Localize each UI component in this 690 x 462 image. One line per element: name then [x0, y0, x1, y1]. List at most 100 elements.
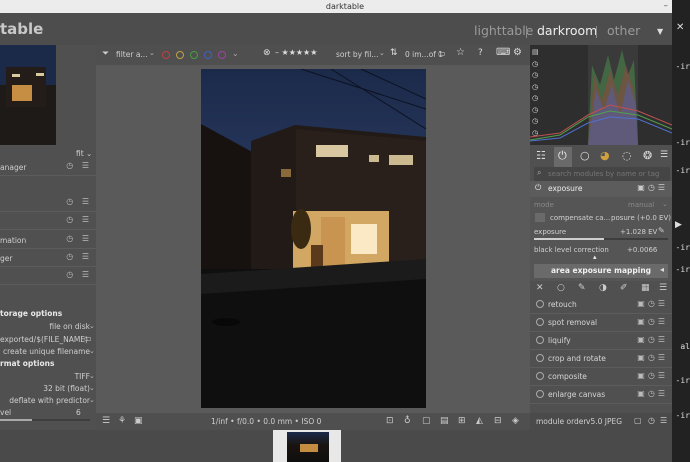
blend-menu-icon[interactable]: ☰: [659, 283, 667, 293]
help-icon[interactable]: ?: [478, 48, 483, 58]
color-picker-icon[interactable]: ✎: [658, 226, 665, 235]
module-power-icon[interactable]: [536, 318, 544, 326]
expand-right-panel-icon[interactable]: ▶: [675, 220, 682, 230]
module-search-box[interactable]: ⌕: [534, 167, 670, 181]
exposure-controls-icon[interactable]: ▣◷☰: [637, 183, 668, 192]
exposure-power-icon[interactable]: ⏻: [535, 183, 541, 193]
overlays-icon[interactable]: ▭: [438, 49, 446, 58]
compression-level-slider[interactable]: [0, 419, 90, 421]
display-profile-icon[interactable]: ⊟: [494, 416, 502, 426]
module-row-crop-and-rotate[interactable]: crop and rotate ▣◷☰: [530, 350, 672, 368]
filter-icon[interactable]: ⏷: [102, 49, 109, 59]
module-search-input[interactable]: [548, 168, 666, 180]
area-exposure-mapping-button[interactable]: area exposure mapping ◂: [534, 264, 668, 278]
favorite-star-icon[interactable]: ☆: [456, 47, 465, 58]
base-group-icon[interactable]: ○: [580, 149, 590, 162]
drawn-mask-icon[interactable]: ✎: [578, 283, 586, 293]
drawn-parametric-mask-icon[interactable]: ✐: [620, 283, 628, 293]
presets-menu-icon[interactable]: ☰: [660, 150, 668, 160]
sort-select[interactable]: sort by fil...: [336, 50, 378, 59]
module-power-icon[interactable]: [536, 300, 544, 308]
effect-group-icon[interactable]: ❂: [643, 149, 652, 162]
module-power-icon[interactable]: [536, 354, 544, 362]
histogram[interactable]: ▤ ◷ ◷ ◷ ◷ ◷ ◷ ◷: [530, 45, 672, 145]
view-darkroom[interactable]: darkroom: [537, 23, 597, 38]
red-label-icon[interactable]: [162, 51, 170, 59]
black-level-slider-marker-icon[interactable]: ▴: [593, 253, 597, 261]
color-assessment-icon[interactable]: ◈: [512, 416, 519, 426]
clipping-icon[interactable]: ♁: [404, 416, 411, 426]
storage-target-select[interactable]: file on disk: [0, 322, 90, 331]
sort-order-icon[interactable]: ⇅: [390, 48, 398, 58]
raster-mask-icon[interactable]: ▦: [641, 283, 650, 293]
module-controls-icon[interactable]: ▣◷☰: [637, 317, 668, 326]
module-row-retouch[interactable]: retouch ▣◷☰: [530, 296, 672, 314]
correct-group-icon[interactable]: ◌: [622, 149, 632, 162]
mode-select[interactable]: manual: [628, 201, 654, 209]
quick-access-panel-icon[interactable]: ☷: [536, 149, 546, 162]
exposure-module-header[interactable]: ⏻ exposure ▣◷☰: [530, 181, 672, 197]
green-label-icon[interactable]: [190, 51, 198, 59]
bit-depth-select[interactable]: 32 bit (float): [0, 384, 90, 393]
exposure-slider[interactable]: [534, 238, 668, 240]
parametric-mask-icon[interactable]: ◑: [599, 283, 607, 293]
module-row-spot-removal[interactable]: spot removal ▣◷☰: [530, 314, 672, 332]
left-module-row[interactable]: ◷ ☰: [0, 194, 96, 212]
module-controls-icon[interactable]: ▣◷☰: [637, 335, 668, 344]
zoom-select[interactable]: fit ⌄: [76, 149, 92, 158]
conflict-select[interactable]: create unique filename: [0, 347, 90, 356]
view-lighttable[interactable]: lighttable: [474, 23, 533, 38]
module-row-enlarge-canvas[interactable]: enlarge canvas ▣◷☰: [530, 386, 672, 404]
rating-stars-icon[interactable]: – ★★★★★: [275, 48, 317, 57]
module-row-composite[interactable]: composite ▣◷☰: [530, 368, 672, 386]
format-type-select[interactable]: TIFF: [0, 372, 90, 381]
label-chevron-icon[interactable]: ⌄: [232, 49, 239, 58]
strip-close-icon[interactable]: ✕: [676, 22, 684, 33]
yellow-label-icon[interactable]: [176, 51, 184, 59]
module-power-icon[interactable]: [536, 336, 544, 344]
main-image[interactable]: [201, 69, 426, 408]
module-controls-icon[interactable]: ◷ ☰: [66, 197, 92, 206]
left-module-row[interactable]: mation ◷ ☰: [0, 231, 96, 249]
module-controls-icon[interactable]: ▣◷☰: [637, 371, 668, 380]
reset-icon[interactable]: ◷: [648, 416, 655, 425]
shortcuts-icon[interactable]: ⌨: [496, 47, 510, 58]
minimize-icon[interactable]: –: [664, 0, 669, 13]
reject-icon[interactable]: ⊗: [263, 48, 271, 58]
mask-off-icon[interactable]: ✕: [536, 283, 544, 293]
compensate-checkbox[interactable]: [535, 213, 545, 222]
focus-peaking-icon[interactable]: ◭: [476, 416, 483, 426]
module-controls-icon[interactable]: ▣◷☰: [637, 353, 668, 362]
module-controls-icon[interactable]: ▣◷☰: [637, 299, 668, 308]
module-controls-icon[interactable]: ◷ ☰: [66, 161, 92, 170]
raw-overexposed-icon[interactable]: ⊡: [386, 416, 394, 426]
view-other[interactable]: other: [607, 23, 640, 38]
module-power-icon[interactable]: [536, 372, 544, 380]
filter-select[interactable]: filter a...: [116, 50, 148, 59]
uniform-mask-icon[interactable]: ○: [557, 283, 565, 293]
left-module-row[interactable]: ger ◷ ☰: [0, 249, 96, 267]
navigation-thumbnail[interactable]: [0, 45, 56, 145]
second-window-icon[interactable]: ▣: [134, 416, 143, 426]
left-module-row[interactable]: ◷ ☰: [0, 267, 96, 285]
filmstrip-thumbnail[interactable]: [273, 430, 341, 462]
module-power-icon[interactable]: [536, 390, 544, 398]
folder-icon[interactable]: ▭: [84, 334, 92, 343]
purple-label-icon[interactable]: [218, 51, 226, 59]
view-dropdown-icon[interactable]: ▼: [657, 27, 663, 36]
softproof-icon[interactable]: ▢: [422, 416, 431, 426]
scopes-side-icons[interactable]: ▤ ◷ ◷ ◷ ◷ ◷ ◷ ◷: [532, 47, 539, 139]
preferences-gear-icon[interactable]: ⚙: [513, 47, 522, 58]
module-controls-icon[interactable]: ◷ ☰: [66, 215, 92, 224]
active-modules-power-icon[interactable]: ⏻: [558, 149, 567, 163]
module-controls-icon[interactable]: ◷ ☰: [66, 270, 92, 279]
module-row-liquify[interactable]: liquify ▣◷☰: [530, 332, 672, 350]
module-controls-icon[interactable]: ▣◷☰: [637, 389, 668, 398]
guides-icon[interactable]: ⊞: [458, 416, 466, 426]
blue-label-icon[interactable]: [204, 51, 212, 59]
styles-icon[interactable]: ⚘: [118, 416, 126, 426]
gamut-icon[interactable]: ▤: [440, 416, 449, 426]
module-controls-icon[interactable]: ◷ ☰: [66, 234, 92, 243]
left-module-row[interactable]: anager ◷ ☰: [0, 158, 96, 176]
left-module-row[interactable]: ◷ ☰: [0, 212, 96, 230]
